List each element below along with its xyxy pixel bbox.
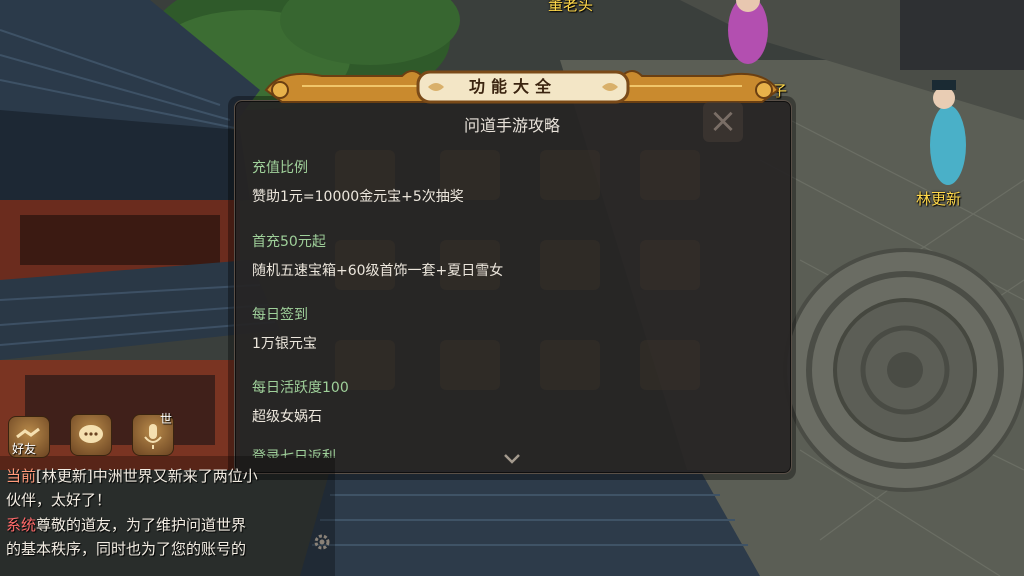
chat-message-line: 系统尊敬的道友，为了维护问道世界 (6, 514, 246, 535)
section-heading: 每日活跃度100 (252, 380, 349, 396)
chat-text: 伙伴，太好了！ (6, 491, 112, 509)
chat-message-line: 伙伴，太好了！ (6, 489, 111, 510)
chat-message-line: 的基本秩序，同时也为了您的账号的 (6, 538, 246, 559)
chat-bubble-icon[interactable] (70, 414, 112, 456)
section-body: 超级女娲石 (252, 409, 322, 425)
settings-gear-icon[interactable] (312, 532, 332, 552)
section-heading: 每日签到 (252, 307, 308, 323)
chat-message-line: 当前[林更新]中洲世界又新来了两位小 (6, 465, 258, 486)
ghost-icon (640, 150, 700, 200)
chevron-down-icon[interactable] (503, 452, 521, 466)
dialog-title: 问道手游攻略 (463, 116, 560, 135)
ghost-icon (640, 340, 700, 390)
section-body: 赞助1元=10000金元宝+5次抽奖 (252, 189, 464, 205)
npc-name-top[interactable]: 董老头 (548, 0, 593, 15)
section-heading: 首充50元起 (252, 234, 326, 250)
ghost-icon (540, 340, 600, 390)
channel-tag-current: 当前 (6, 467, 37, 485)
ghost-icon (440, 340, 500, 390)
ghost-icon (640, 240, 700, 290)
friends-label[interactable]: 好友 (12, 440, 36, 457)
ghost-icon (540, 150, 600, 200)
pagoda-roof-bottom (300, 470, 760, 576)
channel-tag-system: 系统 (6, 516, 37, 534)
npc-name-right[interactable]: 林更新 (916, 188, 961, 209)
banner-title: 功能大全 (468, 77, 557, 96)
ghost-icon (540, 240, 600, 290)
section-heading: 充值比例 (252, 160, 308, 176)
section-body: 1万银元宝 (252, 336, 317, 352)
world-voice-label: 世 (160, 412, 173, 426)
chat-text: 尊敬的道友，为了维护问道世界 (36, 516, 247, 534)
section-body: 随机五速宝箱+60级首饰一套+夏日雪女 (252, 263, 504, 279)
chat-text: 的基本秩序，同时也为了您的账号的 (6, 540, 247, 558)
courtyard-medallion (783, 248, 1024, 492)
chat-text: [林更新]中洲世界又新来了两位小 (36, 467, 258, 485)
